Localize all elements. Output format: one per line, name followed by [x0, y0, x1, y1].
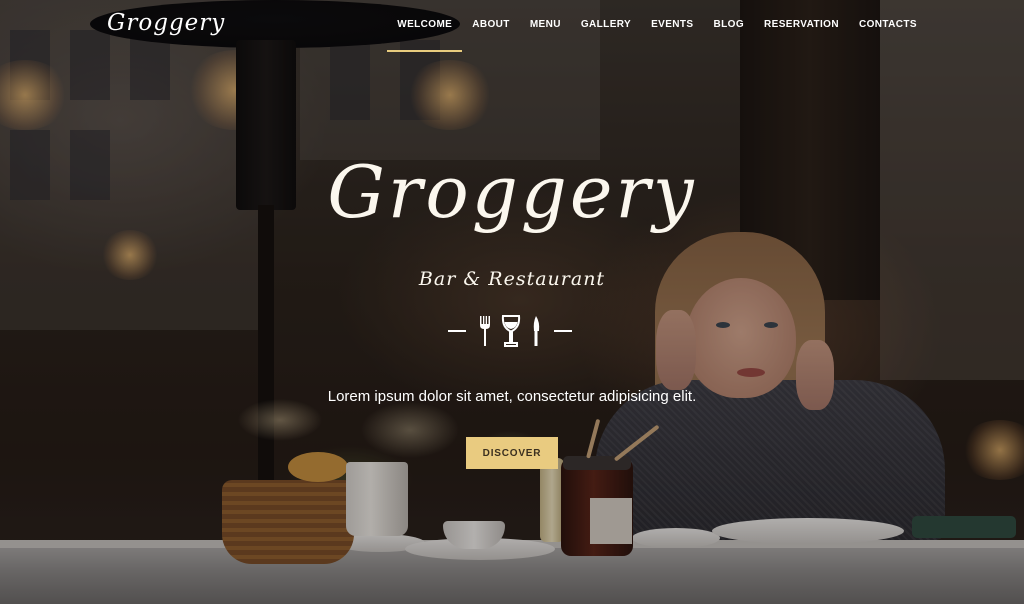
main-nav: WELCOME ABOUT MENU GALLERY EVENTS BLOG R… — [387, 0, 927, 52]
nav-item-about[interactable]: ABOUT — [462, 0, 520, 51]
divider-line-right — [554, 330, 572, 332]
hero-background-image — [0, 0, 1024, 604]
nav-item-events[interactable]: EVENTS — [641, 0, 703, 51]
divider-line-left — [448, 330, 466, 332]
nav-item-contacts[interactable]: CONTACTS — [849, 0, 927, 51]
knife-icon — [533, 316, 540, 346]
fork-icon — [480, 316, 490, 346]
hero-text: Lorem ipsum dolor sit amet, consectetur … — [327, 388, 697, 405]
site-logo[interactable]: Groggery — [107, 10, 225, 36]
hero-subtitle: Bar & Restaurant — [418, 268, 606, 290]
nav-item-menu[interactable]: MENU — [520, 0, 571, 51]
discover-button[interactable]: DISCOVER — [466, 437, 558, 469]
nav-item-gallery[interactable]: GALLERY — [571, 0, 641, 51]
nav-item-reservation[interactable]: RESERVATION — [754, 0, 849, 51]
hero-divider — [448, 314, 572, 348]
nav-item-welcome[interactable]: WELCOME — [387, 0, 463, 52]
hero-title: Groggery — [327, 150, 697, 234]
wine-glass-icon — [501, 315, 521, 347]
nav-item-blog[interactable]: BLOG — [704, 0, 755, 51]
